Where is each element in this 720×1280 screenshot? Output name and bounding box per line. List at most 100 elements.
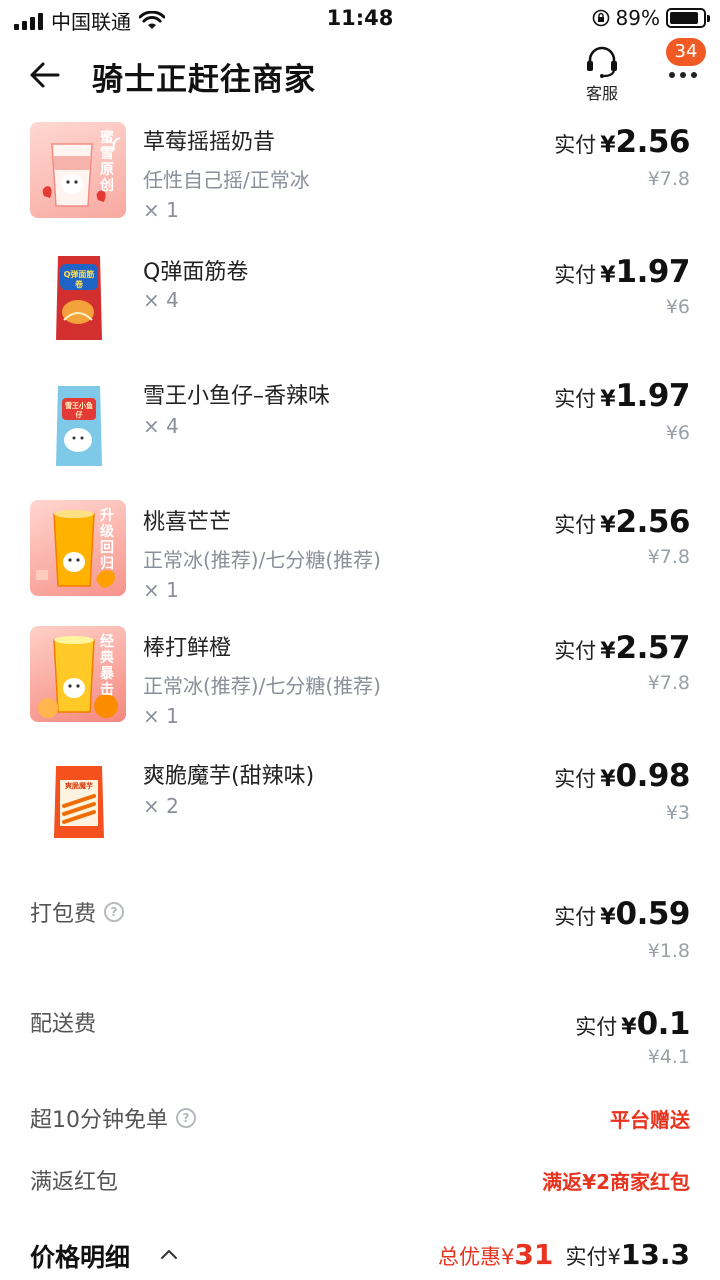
item-name: 雪王小鱼仔–香辣味 (143, 384, 331, 409)
paid-label: 实付 (575, 1015, 618, 1039)
packing-fee-row: 打包费 ? 实付 ¥0.59 ¥1.8 (0, 894, 720, 974)
price-detail-toggle[interactable]: 价格明细 (30, 1238, 130, 1274)
battery-icon (666, 8, 710, 28)
paid-amount: 2.57 (615, 630, 691, 666)
packing-fee-label-group: 打包费 ? (30, 896, 125, 928)
item-original-price: ¥6 (665, 296, 690, 318)
currency-symbol: ¥ (607, 1245, 621, 1269)
customer-service-button[interactable]: 客服 (578, 46, 626, 104)
currency-symbol: ¥ (600, 513, 616, 538)
item-name: 棒打鲜橙 (143, 636, 232, 661)
header: 骑士正赶往商家 客服 34 (0, 38, 720, 112)
item-quantity: × 4 (143, 288, 179, 312)
currency-symbol: ¥ (621, 1015, 637, 1040)
packing-fee-label: 打包费 (30, 902, 97, 927)
delivery-fee-paid: 实付 ¥0.1 (575, 1006, 690, 1042)
item-name: 爽脆魔芋(甜辣味) (143, 764, 315, 789)
thumbnail-pack-text: 雪王小鱼仔 (65, 402, 93, 419)
item-paid-price: 实付 ¥2.57 (554, 630, 690, 666)
currency-symbol: ¥ (600, 905, 616, 930)
notification-badge: 34 (666, 38, 706, 66)
item-thumbnail: 升级回归 (30, 500, 126, 596)
delivery-fee-row: 配送费 实付 ¥0.1 ¥4.1 (0, 1004, 720, 1084)
discount-amount: 31 (514, 1238, 554, 1271)
item-paid-price: 实付 ¥1.97 (554, 378, 690, 414)
thumbnail-badge-text: 经典暴击 (100, 634, 114, 698)
item-thumbnail: 爽脆魔芋 (30, 756, 126, 852)
item-paid-price: 实付 ¥0.98 (554, 758, 690, 794)
total-discount: 总优惠¥31 (438, 1238, 553, 1271)
free-order-row: 超10分钟免单 ? 平台赠送 (0, 1102, 720, 1142)
item-name: Q弹面筋卷 (143, 260, 249, 285)
help-icon[interactable]: ? (176, 1108, 196, 1128)
currency-symbol: ¥ (600, 263, 616, 288)
packing-fee-paid: 实付 ¥0.59 (554, 896, 690, 932)
delivery-fee-label: 配送费 (30, 1012, 97, 1037)
paid-label: 实付 (554, 639, 597, 663)
currency-symbol: ¥ (600, 133, 616, 158)
discount-label: 总优惠 (438, 1245, 501, 1269)
currency-symbol: ¥ (501, 1245, 515, 1269)
status-right: 89% (592, 6, 710, 30)
item-original-price: ¥7.8 (647, 168, 690, 190)
help-icon[interactable]: ? (104, 902, 125, 922)
total-paid: 实付¥13.3 (566, 1238, 690, 1271)
item-name: 桃喜芒芒 (143, 510, 232, 535)
thumbnail-pack-text: 爽脆魔芋 (65, 782, 93, 790)
paid-label: 实付 (554, 263, 597, 287)
paid-amount: 0.1 (636, 1006, 691, 1042)
order-item[interactable]: 经典暴击 棒打鲜橙 正常冰(推荐)/七分糖(推荐) × 1 实付 ¥2.57 ¥7… (0, 626, 720, 736)
currency-symbol: ¥ (600, 387, 616, 412)
order-item[interactable]: 雪王小鱼仔 雪王小鱼仔–香辣味 × 4 实付 ¥1.97 ¥6 (0, 376, 720, 486)
item-original-price: ¥3 (665, 802, 690, 824)
free-order-label-group: 超10分钟免单 ? (30, 1102, 196, 1134)
order-item[interactable]: 爽脆魔芋 爽脆魔芋(甜辣味) × 2 实付 ¥0.98 ¥3 (0, 756, 720, 856)
paid-label: 实付 (554, 133, 597, 157)
total-label: 实付 (565, 1245, 608, 1269)
free-order-value: 平台赠送 (610, 1108, 690, 1132)
item-thumbnail: Q弹面筋卷 (30, 250, 126, 346)
paid-label: 实付 (554, 905, 597, 929)
headset-icon (587, 46, 617, 78)
item-original-price: ¥6 (665, 422, 690, 444)
currency-symbol: ¥ (600, 639, 616, 664)
konjac-snack-pack-image (54, 766, 104, 838)
item-spec: 任性自己摇/正常冰 (143, 168, 310, 192)
order-item[interactable]: 蜜雪原创 草莓摇摇奶昔 任性自己摇/正常冰 × 1 实付 ¥2.56 ¥7.8 (0, 120, 720, 230)
paid-amount: 2.56 (615, 504, 691, 540)
status-bar: 中国联通 11:48 89% (0, 0, 720, 38)
fish-snack-pack-image (56, 386, 102, 466)
item-thumbnail: 蜜雪原创 (30, 122, 126, 218)
item-paid-price: 实付 ¥1.97 (554, 254, 690, 290)
order-item[interactable]: 升级回归 桃喜芒芒 正常冰(推荐)/七分糖(推荐) × 1 实付 ¥2.56 ¥7… (0, 500, 720, 610)
battery-percent: 89% (615, 6, 660, 30)
item-original-price: ¥7.8 (647, 546, 690, 568)
paid-label: 实付 (554, 767, 597, 791)
gluten-roll-pack-image (56, 256, 102, 340)
paid-amount: 2.56 (615, 124, 691, 160)
currency-symbol: ¥ (600, 767, 616, 792)
rotation-lock-icon (592, 9, 609, 27)
customer-service-label: 客服 (585, 84, 618, 103)
thumbnail-badge-text: 蜜雪原创 (100, 130, 114, 194)
paid-amount: 0.59 (615, 896, 691, 932)
item-name: 草莓摇摇奶昔 (143, 130, 276, 155)
paid-amount: 1.97 (615, 254, 691, 290)
paid-amount: 1.97 (615, 378, 691, 414)
thumbnail-badge-text: 升级回归 (100, 508, 114, 572)
packing-fee-original: ¥1.8 (647, 940, 690, 962)
item-original-price: ¥7.8 (647, 672, 690, 694)
item-spec: 正常冰(推荐)/七分糖(推荐) (143, 674, 381, 698)
red-packet-label: 满返红包 (30, 1170, 119, 1195)
price-summary-bar: 价格明细 总优惠¥31 实付¥13.3 (0, 1232, 720, 1280)
item-paid-price: 实付 ¥2.56 (554, 504, 690, 540)
chevron-up-icon[interactable] (160, 1248, 178, 1260)
item-spec: 正常冰(推荐)/七分糖(推荐) (143, 548, 381, 572)
more-button[interactable]: 34 (660, 38, 710, 96)
item-quantity: × 1 (143, 578, 179, 602)
item-quantity: × 1 (143, 198, 179, 222)
order-item[interactable]: Q弹面筋卷 Q弹面筋卷 × 4 实付 ¥1.97 ¥6 (0, 250, 720, 360)
item-quantity: × 2 (143, 794, 179, 818)
paid-amount: 0.98 (615, 758, 691, 794)
back-arrow-icon[interactable] (28, 58, 62, 92)
